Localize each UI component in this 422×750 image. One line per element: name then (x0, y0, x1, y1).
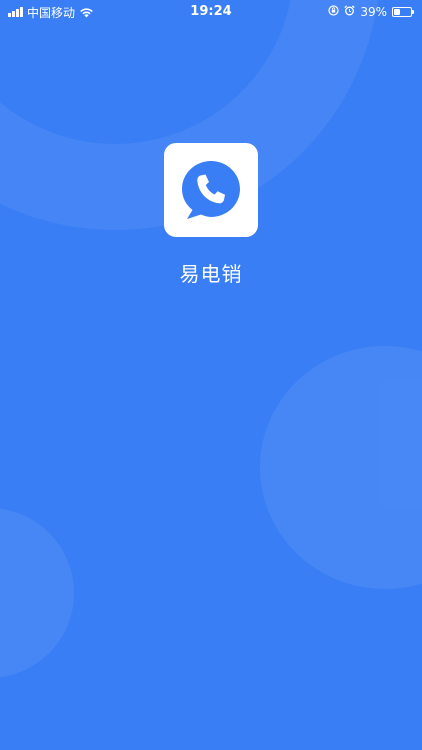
battery-cap (412, 10, 414, 14)
battery-fill (394, 9, 400, 15)
orientation-lock-icon (328, 5, 339, 19)
battery-icon (392, 7, 414, 17)
battery-percent: 39% (360, 5, 387, 19)
decorative-circle-left (0, 508, 74, 678)
phone-chat-bubble-icon (164, 143, 258, 237)
status-right: 39% (328, 4, 414, 20)
decorative-circle-right (260, 346, 422, 589)
app-name: 易电销 (179, 262, 243, 286)
status-bar: 中国移动 19:24 39% (0, 0, 422, 24)
alarm-icon (344, 5, 355, 19)
splash-screen: 中国移动 19:24 39% 易电销 (0, 0, 422, 750)
